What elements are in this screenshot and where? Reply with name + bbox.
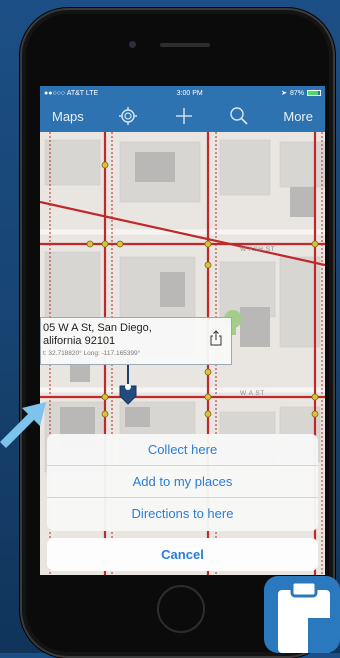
address-line-2: alifornia 92101 — [43, 335, 116, 347]
front-camera — [129, 41, 136, 48]
carrier-text: ●●○○○ AT&T LTE — [44, 89, 99, 97]
street-label-a: W A ST — [240, 390, 265, 397]
coordinates-text: t: 32.718820° Long: -117.165399° — [43, 350, 141, 357]
battery-icon — [307, 90, 321, 96]
add-to-my-places-button[interactable]: Add to my places — [47, 466, 318, 498]
maps-button[interactable]: Maps — [52, 109, 84, 124]
pointer-arrow-icon — [0, 402, 46, 448]
add-icon[interactable] — [173, 105, 195, 127]
nav-bar: Maps More — [40, 100, 325, 132]
battery-percent: 87% — [289, 89, 304, 97]
street-label-ash: W ASH ST — [240, 246, 276, 253]
address-callout[interactable]: 05 W A St, San Diego, alifornia 92101 t:… — [40, 317, 232, 365]
more-button[interactable]: More — [283, 109, 313, 124]
action-sheet: Collect here Add to my places Directions… — [47, 434, 318, 531]
address-line-1: 05 W A St, San Diego, — [43, 322, 152, 334]
status-time: 3:00 PM — [176, 89, 203, 97]
clipboard-app-icon — [264, 576, 340, 653]
search-icon[interactable] — [228, 105, 250, 127]
status-right: ➤ 87% — [281, 89, 321, 97]
home-button[interactable] — [157, 585, 205, 633]
collect-here-button[interactable]: Collect here — [47, 434, 318, 466]
share-icon[interactable] — [209, 330, 223, 346]
earpiece-speaker — [160, 43, 210, 47]
locate-icon[interactable] — [117, 105, 139, 127]
location-icon: ➤ — [281, 90, 287, 97]
battery-fill — [308, 91, 319, 95]
directions-to-here-button[interactable]: Directions to here — [47, 498, 318, 530]
status-bar: ●●○○○ AT&T LTE 3:00 PM ➤ 87% — [40, 86, 325, 100]
phone-screen: ●●○○○ AT&T LTE 3:00 PM ➤ 87% Maps More W… — [40, 86, 325, 575]
